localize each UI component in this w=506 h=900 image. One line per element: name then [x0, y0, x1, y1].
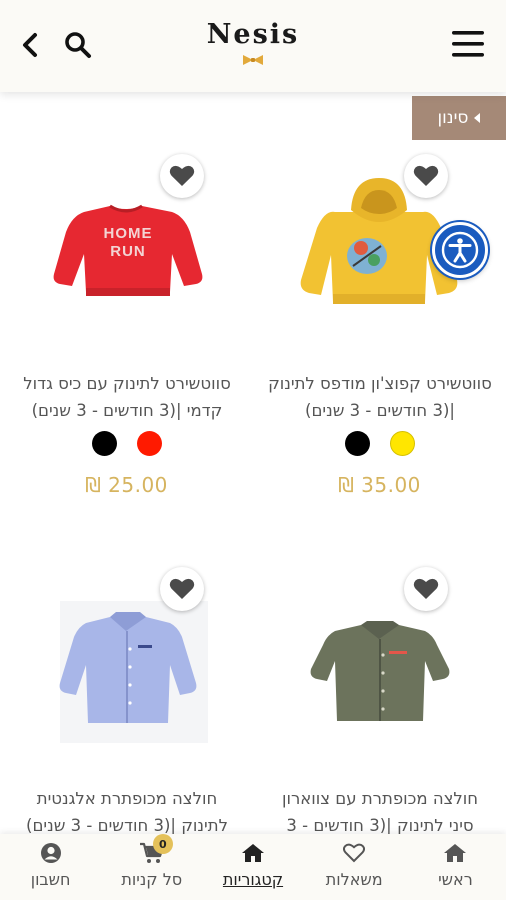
- bottom-nav: ראשי משאלות קטגוריות 0 סל קניות חשבון: [0, 834, 506, 900]
- bow-tie-icon: [243, 55, 263, 65]
- logo-text: Nesis: [206, 19, 300, 50]
- color-swatches: [253, 431, 506, 456]
- product-price: ₪ 25.00: [85, 473, 168, 497]
- heart-outline-icon: [343, 842, 366, 864]
- nav-item-account[interactable]: חשבון: [0, 834, 101, 900]
- product-card[interactable]: חולצה מכופתרת עם צווארון סיני לתינוק |(3…: [253, 565, 506, 835]
- nav-item-home[interactable]: ראשי: [405, 834, 506, 900]
- accessibility-button[interactable]: [432, 222, 488, 278]
- nav-label: סל קניות: [121, 870, 183, 889]
- wishlist-button[interactable]: [404, 567, 448, 611]
- caret-left-icon: [474, 113, 481, 123]
- product-title[interactable]: חולצה מכופתרת עם צווארון סיני לתינוק |(3…: [267, 785, 493, 839]
- home-icon: [241, 842, 265, 864]
- logo[interactable]: Nesis: [190, 18, 316, 66]
- back-button[interactable]: [14, 28, 48, 62]
- nav-item-categories[interactable]: קטגוריות: [202, 834, 303, 900]
- product-card[interactable]: HOME RUN סווטשירט לתינוק עם כיס גדול קדמ…: [0, 150, 253, 510]
- chevron-left-icon: [23, 33, 37, 57]
- nav-label: קטגוריות: [222, 870, 284, 889]
- color-swatch-red[interactable]: [136, 431, 162, 456]
- search-icon: [65, 32, 91, 58]
- product-image[interactable]: HOME RUN: [0, 150, 253, 350]
- nav-label: חשבון: [30, 870, 71, 889]
- filter-button[interactable]: סינון: [412, 96, 506, 140]
- accessibility-icon: [441, 231, 479, 269]
- hamburger-menu-icon: [452, 31, 484, 57]
- menu-button[interactable]: [446, 24, 490, 64]
- nav-label: משאלות: [325, 870, 383, 889]
- search-button[interactable]: [60, 27, 96, 63]
- wishlist-button[interactable]: [404, 154, 448, 198]
- product-card[interactable]: חולצה מכופתרת אלגנטית לתינוק |(3 חודשים …: [0, 565, 253, 835]
- user-icon: [40, 842, 62, 864]
- product-image[interactable]: [253, 565, 506, 765]
- cart-icon: 0: [139, 834, 173, 864]
- svg-text:HOME: HOME: [104, 225, 153, 242]
- product-price: ₪ 35.00: [338, 473, 421, 497]
- color-swatch-black[interactable]: [344, 431, 370, 456]
- color-swatch-black[interactable]: [91, 431, 117, 456]
- filter-label: סינון: [437, 108, 469, 128]
- wishlist-button[interactable]: [160, 154, 204, 198]
- heart-icon: [413, 165, 439, 186]
- wishlist-button[interactable]: [160, 567, 204, 611]
- nav-item-cart[interactable]: 0 סל קניות: [101, 834, 202, 900]
- heart-icon: [169, 578, 195, 599]
- color-swatches: [0, 431, 253, 456]
- product-title[interactable]: סווטשירט לתינוק עם כיס גדול קדמי |(3 חוד…: [14, 370, 240, 424]
- nav-item-wishlist[interactable]: משאלות: [304, 834, 405, 900]
- color-swatch-yellow[interactable]: [389, 431, 415, 456]
- heart-icon: [413, 578, 439, 599]
- heart-icon: [169, 165, 195, 186]
- header: Nesis: [0, 0, 506, 92]
- svg-text:RUN: RUN: [110, 243, 146, 260]
- nav-label: ראשי: [438, 870, 473, 889]
- home-icon: [443, 842, 467, 864]
- product-card[interactable]: סווטשירט קפוצ'ון מודפס לתינוק |(3 חודשים…: [253, 150, 506, 510]
- product-image[interactable]: [0, 565, 253, 765]
- cart-count-badge: 0: [152, 834, 173, 854]
- product-title[interactable]: חולצה מכופתרת אלגנטית לתינוק |(3 חודשים …: [14, 785, 240, 839]
- product-title[interactable]: סווטשירט קפוצ'ון מודפס לתינוק |(3 חודשים…: [267, 370, 493, 424]
